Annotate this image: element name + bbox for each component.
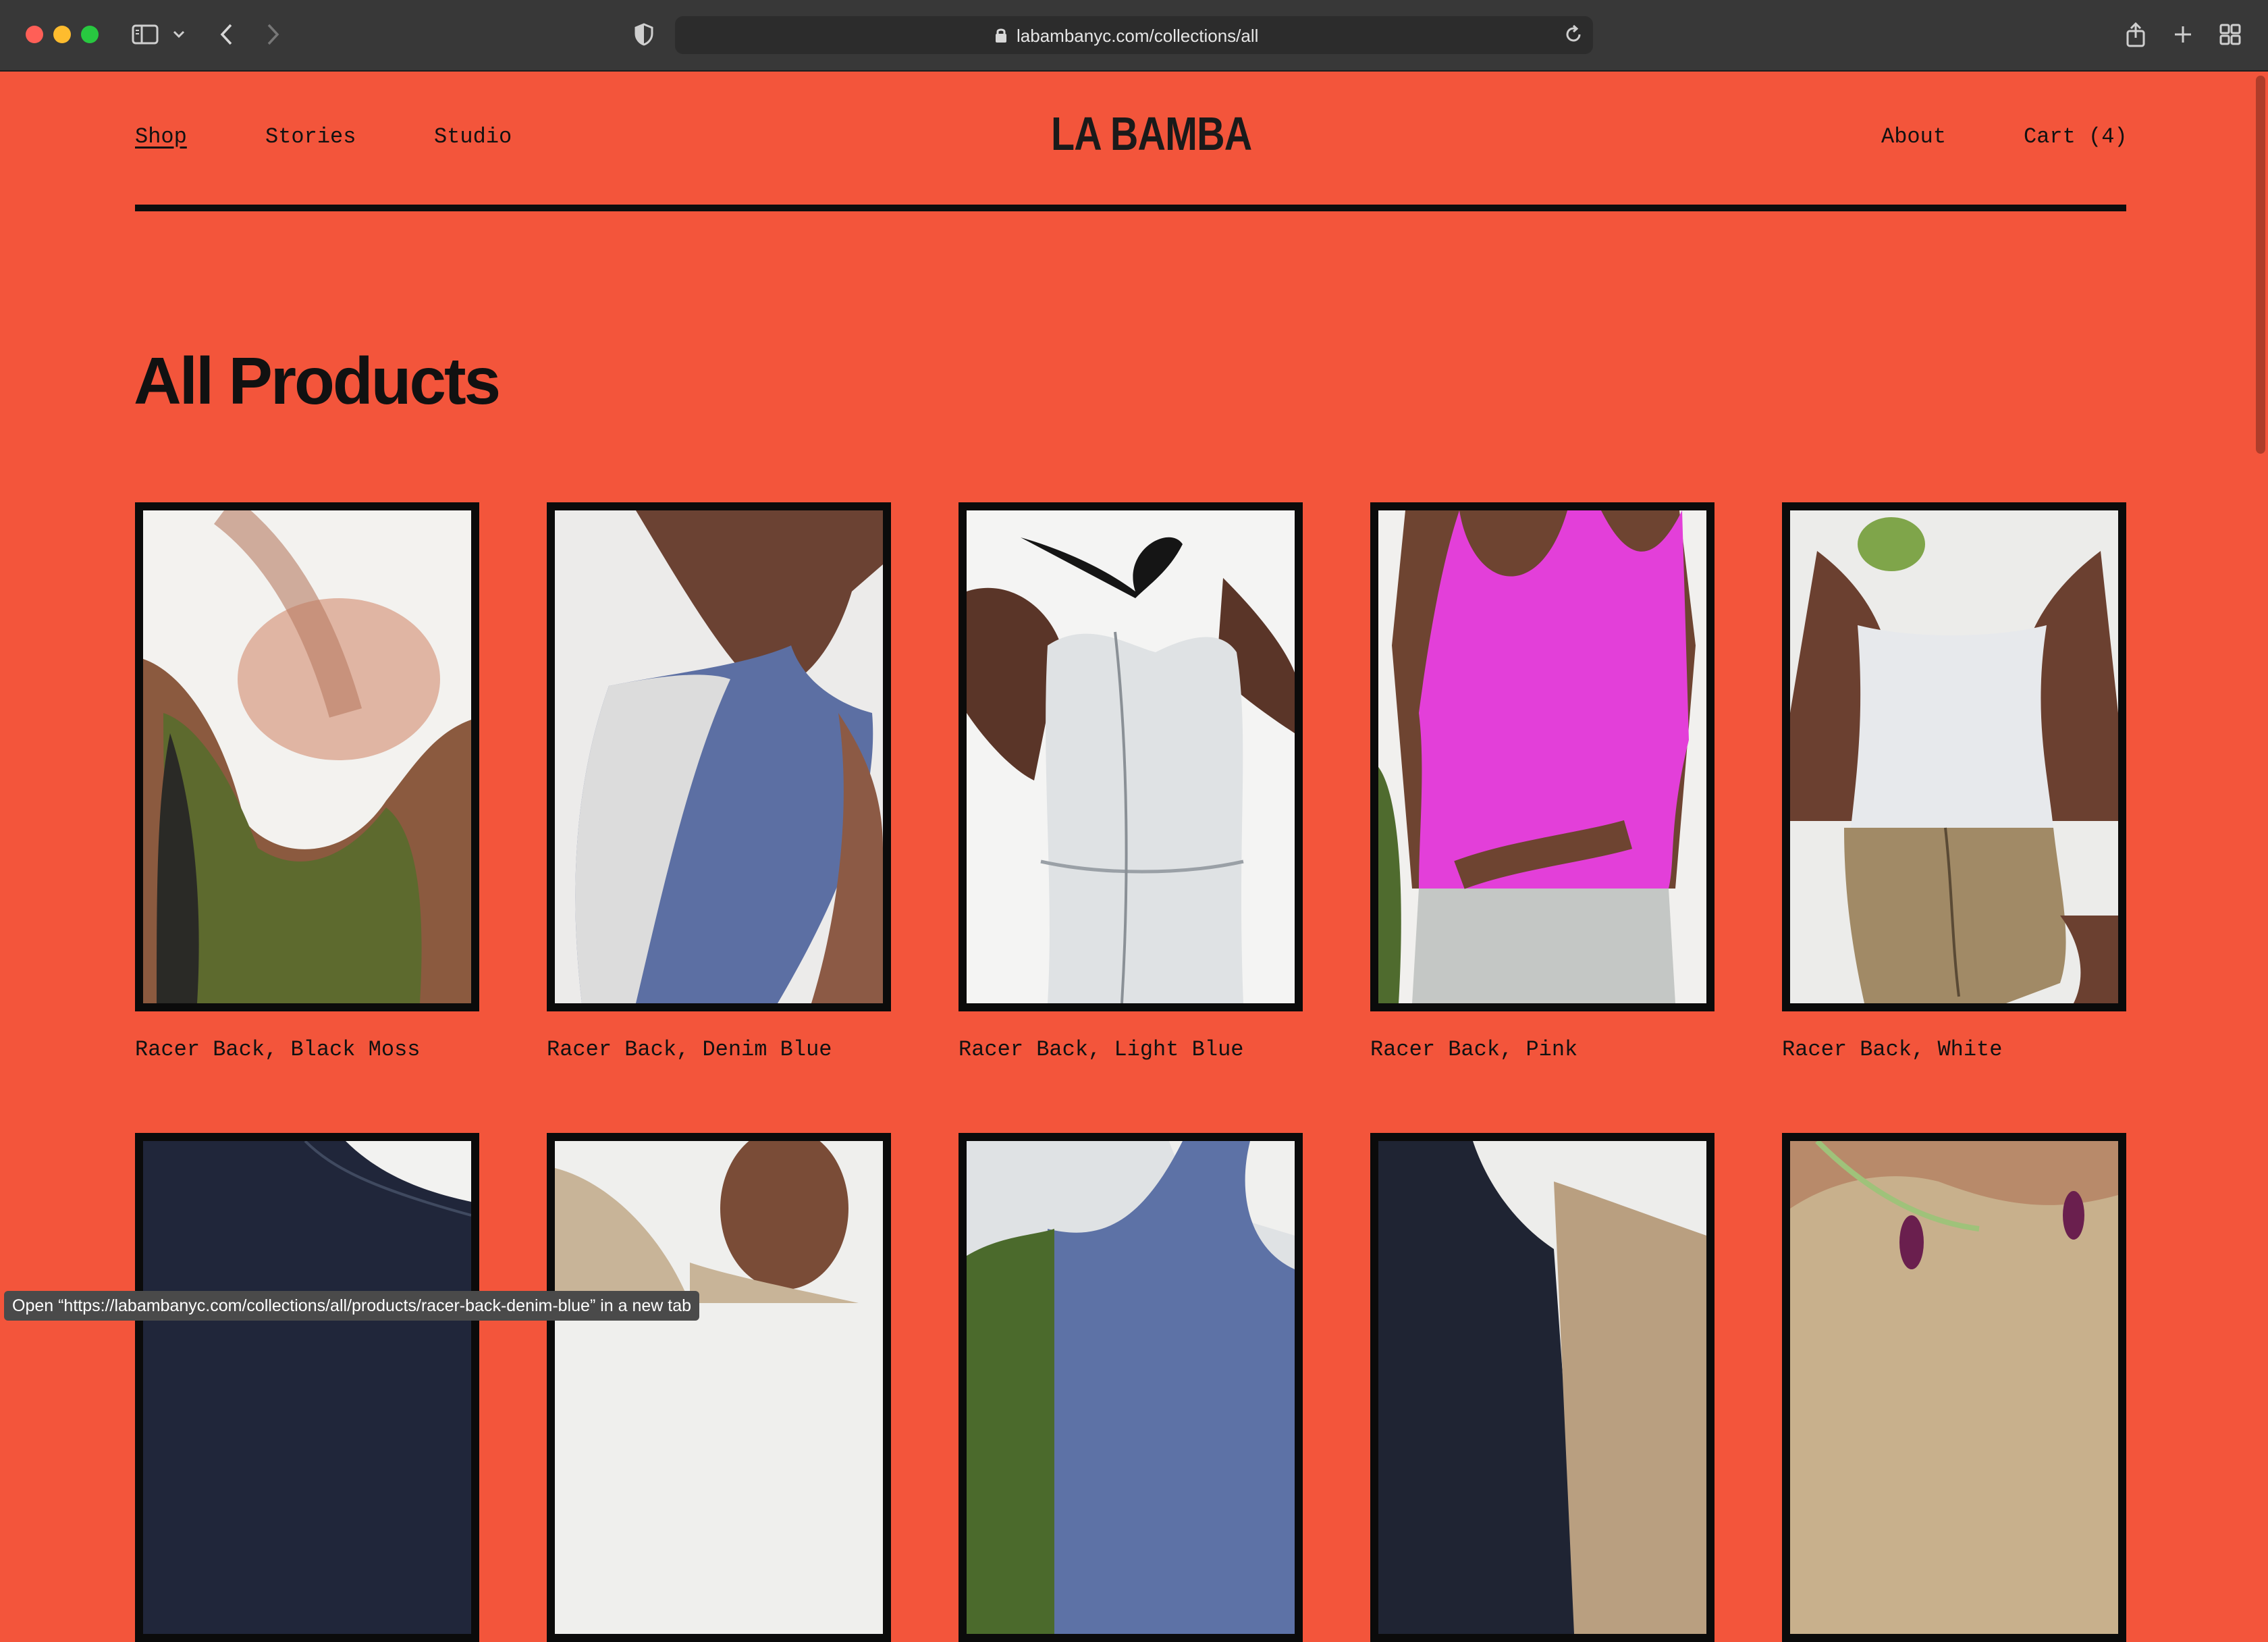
link-status-bar: Open “https://labambanyc.com/collections…: [4, 1291, 700, 1321]
nav-studio-link[interactable]: Studio: [434, 124, 512, 149]
forward-icon[interactable]: [259, 18, 286, 51]
nav-stories-link[interactable]: Stories: [265, 124, 356, 149]
product-image[interactable]: [1782, 502, 2126, 1011]
product-card[interactable]: Racer Back, White: [1782, 502, 2126, 1062]
product-image[interactable]: [959, 1133, 1303, 1642]
page-title: All Products: [134, 343, 501, 418]
url-text: labambanyc.com/collections/all: [1017, 26, 1259, 46]
minimize-window-button[interactable]: [53, 26, 71, 43]
tab-overview-icon[interactable]: [2217, 18, 2244, 51]
product-photo-row2-3: [967, 1141, 1295, 1634]
product-card[interactable]: [1370, 1133, 1714, 1642]
product-photo-row2-4: [1378, 1141, 1706, 1634]
product-image[interactable]: [135, 502, 479, 1011]
nav-shop-link[interactable]: Shop: [135, 124, 187, 149]
product-image[interactable]: [1370, 1133, 1714, 1642]
product-image[interactable]: [547, 1133, 891, 1642]
sidebar-toggle-icon[interactable]: [128, 18, 162, 51]
share-icon[interactable]: [2122, 18, 2149, 51]
product-photo-row2-2: [555, 1141, 883, 1634]
lock-icon: [995, 27, 1007, 47]
product-card[interactable]: Racer Back, Light Blue: [959, 502, 1303, 1062]
product-photo-pink: [1378, 510, 1706, 1003]
fullscreen-window-button[interactable]: [81, 26, 99, 43]
product-image[interactable]: [135, 1133, 479, 1642]
header-divider: [135, 205, 2126, 211]
product-name[interactable]: Racer Back, Denim Blue: [547, 1037, 891, 1062]
product-image[interactable]: [1782, 1133, 2126, 1642]
nav-about-link[interactable]: About: [1881, 124, 1946, 149]
browser-toolbar: labambanyc.com/collections/all: [0, 0, 2268, 72]
privacy-shield-icon[interactable]: [632, 18, 656, 51]
chevron-down-icon[interactable]: [169, 18, 189, 51]
product-photo-row2-5: [1790, 1141, 2118, 1634]
product-name[interactable]: Racer Back, Light Blue: [959, 1037, 1303, 1062]
product-photo-white: [1790, 510, 2118, 1003]
back-icon[interactable]: [213, 18, 240, 51]
product-card[interactable]: Racer Back, Denim Blue: [547, 502, 891, 1062]
reload-icon[interactable]: [1563, 24, 1584, 48]
nav-cart-link[interactable]: Cart (4): [2024, 124, 2128, 149]
product-photo-black-moss: [143, 510, 471, 1003]
product-name[interactable]: Racer Back, White: [1782, 1037, 2126, 1062]
product-photo-row2-1: [143, 1141, 471, 1634]
product-card[interactable]: [959, 1133, 1303, 1642]
address-bar[interactable]: labambanyc.com/collections/all: [675, 16, 1593, 54]
new-tab-icon[interactable]: [2169, 18, 2196, 51]
product-image[interactable]: [1370, 502, 1714, 1011]
product-card[interactable]: Racer Back, Pink: [1370, 502, 1714, 1062]
close-window-button[interactable]: [26, 26, 43, 43]
page-content: Shop Stories Studio LA BAMBA About Cart …: [0, 72, 2268, 1642]
product-photo-light-blue: [967, 510, 1295, 1003]
page-scrollbar[interactable]: [2256, 76, 2265, 454]
site-logo[interactable]: LA BAMBA: [1051, 107, 1252, 161]
product-card[interactable]: [1782, 1133, 2126, 1642]
product-card[interactable]: [135, 1133, 479, 1642]
product-card[interactable]: Racer Back, Black Moss: [135, 502, 479, 1062]
product-photo-denim-blue: [555, 510, 883, 1003]
product-name[interactable]: Racer Back, Pink: [1370, 1037, 1714, 1062]
product-image[interactable]: [547, 502, 891, 1011]
product-name[interactable]: Racer Back, Black Moss: [135, 1037, 479, 1062]
product-image[interactable]: [959, 502, 1303, 1011]
product-card[interactable]: [547, 1133, 891, 1642]
